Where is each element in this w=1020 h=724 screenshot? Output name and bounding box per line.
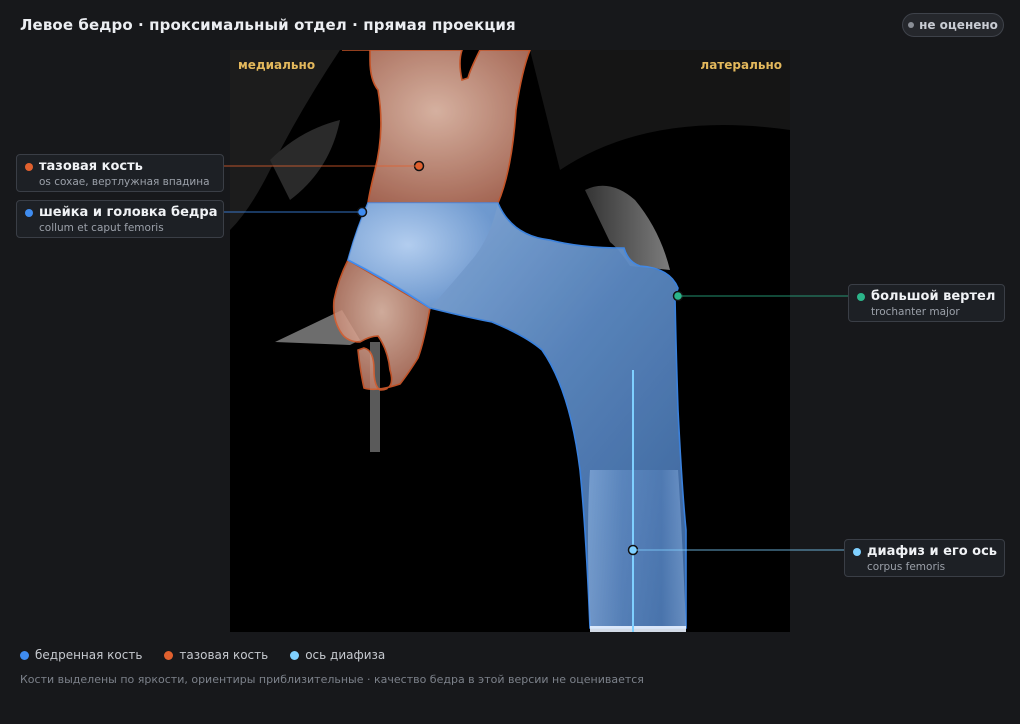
legend-axis-label: ось диафиза: [305, 648, 386, 662]
trochanter-dot-icon: [857, 293, 865, 301]
neck-landmark: [356, 206, 368, 218]
legend-item-femur: бедренная кость: [20, 648, 142, 662]
direction-lateral-label: латерально: [700, 58, 782, 72]
direction-medial-label: медиально: [238, 58, 316, 72]
page-title: Левое бедро · проксимальный отдел · прям…: [20, 16, 516, 34]
xray-viewer[interactable]: медиально латерально: [230, 50, 790, 632]
callout-neck-name: шейка и головка бедра: [39, 205, 218, 220]
status-badge[interactable]: не оценено: [902, 13, 1004, 37]
callout-pelvis-name: тазовая кость: [39, 159, 143, 174]
callout-shaft-name: диафиз и его ось: [867, 544, 998, 559]
callout-pelvis[interactable]: тазовая кость os coxae, вертлужная впади…: [16, 154, 224, 192]
shaft-landmark: [627, 544, 639, 556]
legend: бедренная кость тазовая кость ось диафиз…: [20, 648, 385, 662]
legend-item-axis: ось диафиза: [290, 648, 385, 662]
status-badge-label: не оценено: [919, 18, 998, 32]
callout-shaft-latin: corpus femoris: [867, 561, 946, 573]
legend-pelvis-label: тазовая кость: [179, 648, 269, 662]
femur-dot-icon: [20, 650, 29, 660]
status-dot-icon: [908, 22, 915, 28]
callout-neck-latin: collum et caput femoris: [39, 222, 164, 234]
shaft-dot-icon: [853, 548, 861, 556]
pelvis-legend-dot-icon: [164, 650, 174, 660]
legend-item-pelvis: тазовая кость: [164, 648, 268, 662]
footnote: Кости выделены по яркости, ориентиры при…: [20, 673, 644, 686]
trochanter-landmark: [672, 290, 684, 302]
callout-neck[interactable]: шейка и головка бедра collum et caput fe…: [16, 200, 224, 238]
callout-shaft[interactable]: диафиз и его ось corpus femoris: [844, 539, 1005, 577]
neck-dot-icon: [25, 209, 33, 217]
callout-pelvis-latin: os coxae, вертлужная впадина: [39, 176, 210, 188]
axis-dot-icon: [290, 650, 300, 660]
callout-trochanter-latin: trochanter major: [871, 306, 960, 318]
pelvis-dot-icon: [25, 163, 33, 171]
xray-image: [230, 50, 790, 632]
callout-trochanter[interactable]: большой вертел trochanter major: [848, 284, 1005, 322]
legend-femur-label: бедренная кость: [35, 648, 143, 662]
pelvis-landmark: [413, 160, 425, 172]
callout-trochanter-name: большой вертел: [871, 289, 996, 304]
